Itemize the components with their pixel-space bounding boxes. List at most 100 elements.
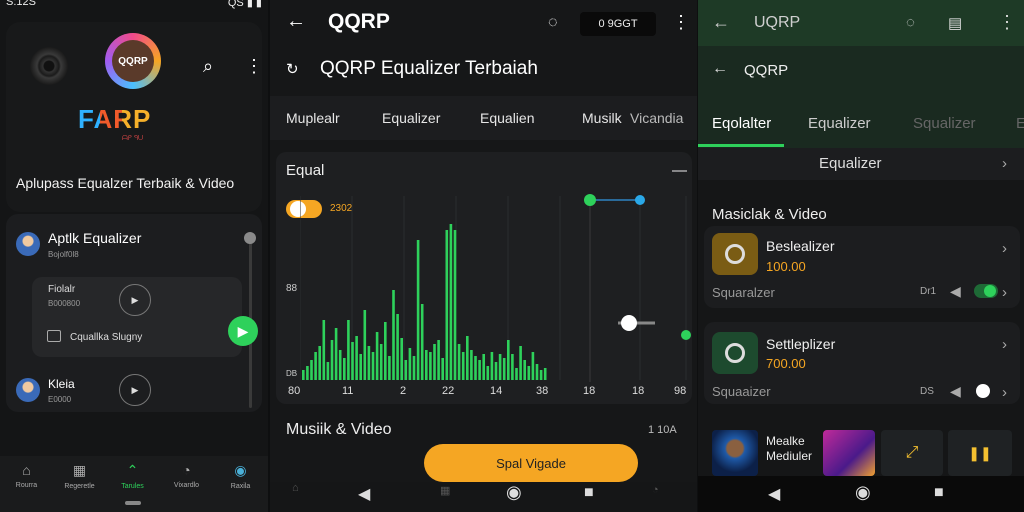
tab-equalien[interactable]: Equalien xyxy=(480,110,535,126)
equalizer-title: Equal xyxy=(286,162,325,179)
x-axis-tick: 2 xyxy=(400,385,407,397)
sub-title: QQRP xyxy=(744,62,789,79)
x-axis-tick: 18 xyxy=(632,385,645,397)
volume-icon[interactable]: ◀ xyxy=(950,383,961,400)
media-thumbnail[interactable]: ❚❚ xyxy=(948,430,1012,476)
tab-video[interactable]: Vicandia xyxy=(630,110,683,126)
media-thumbnail[interactable] xyxy=(712,430,758,476)
section-meta: 1 10A xyxy=(648,424,677,436)
home-button-icon[interactable]: ◉ xyxy=(506,482,522,503)
preset-name: Beslealizer xyxy=(766,238,835,254)
nav-profile[interactable]: ◉ Raxila xyxy=(214,462,267,490)
section-title: Musiik & Video xyxy=(286,421,392,438)
preset-toggle[interactable] xyxy=(974,284,998,298)
x-axis-tick: 98 xyxy=(674,385,687,397)
tab-more[interactable]: E xyxy=(1016,115,1024,132)
chart-icon: ▦ xyxy=(72,462,87,478)
app-panel-equalizer: ← QQRP ◌ 0 9GGT ⋮ ↻ QQRP Equalizer Terba… xyxy=(270,0,697,512)
band-handle xyxy=(681,330,691,340)
media-thumbnail[interactable] xyxy=(823,430,875,476)
collapse-icon[interactable]: — xyxy=(672,162,687,179)
nav-equalizer[interactable]: ⌃ Tarules xyxy=(106,462,159,490)
tab-equalizer[interactable]: Equalizer xyxy=(808,115,871,132)
cast-icon[interactable]: ◌ xyxy=(548,14,558,32)
chevron-right-icon: › xyxy=(1002,336,1007,353)
avatar xyxy=(16,378,40,402)
more-icon[interactable]: ⋮ xyxy=(245,56,263,77)
x-axis-tick: 18 xyxy=(583,385,596,397)
chevron-right-icon: › xyxy=(1002,384,1007,401)
preset-toggle[interactable] xyxy=(976,384,990,398)
preset-side-text: DS xyxy=(920,386,934,397)
y-axis-label: DB xyxy=(286,369,298,378)
list-item-title[interactable]: Fiolalr xyxy=(48,284,75,295)
nav-home[interactable]: ⌂ Rourra xyxy=(0,462,53,489)
preset-name: Settleplizer xyxy=(766,336,836,352)
cast-icon[interactable]: ◌ xyxy=(906,14,915,31)
app-logo: QQRP xyxy=(105,33,161,89)
media-thumbnail[interactable]: ⤢ xyxy=(881,430,943,476)
x-axis-tick: 11 xyxy=(342,385,354,397)
home-button-icon[interactable]: ◉ xyxy=(855,482,871,503)
more-icon[interactable]: ⋮ xyxy=(672,12,690,33)
nav-stats[interactable]: ▦ Regeretle xyxy=(53,462,106,490)
recents-icon[interactable]: ■ xyxy=(934,484,944,502)
page-title: QQRP xyxy=(328,10,390,33)
chevron-right-icon: › xyxy=(1002,240,1007,257)
list-item-title[interactable]: Kleia xyxy=(48,377,75,391)
preset-price: 100.00 xyxy=(766,259,806,274)
section-title: QQRP Equalizer Terbaiah xyxy=(320,58,538,79)
page-title: UQRP xyxy=(754,14,801,31)
primary-action-button[interactable]: Spal Vigade xyxy=(424,444,638,482)
playlist-icon xyxy=(47,330,61,342)
scroll-knob[interactable] xyxy=(244,232,256,244)
play-button[interactable]: ▶ xyxy=(228,316,258,346)
play-small-button[interactable]: ▶ xyxy=(119,374,151,406)
list-item-subtitle: E0000 xyxy=(48,395,72,404)
back-arrow-icon[interactable]: ← xyxy=(712,12,730,33)
home-icon: ⌂ xyxy=(22,462,31,478)
vinyl-disc-icon[interactable] xyxy=(30,47,68,85)
tab-muplealr[interactable]: Muplealr xyxy=(286,110,340,126)
status-time: S:12S xyxy=(6,0,36,8)
section-title: Masiclak & Video xyxy=(712,206,827,223)
play-small-button[interactable]: ▶ xyxy=(119,284,151,316)
tab-eqolalter[interactable]: Eqolalter xyxy=(712,115,771,132)
brand-wordmark: FARP xyxy=(78,104,152,134)
refresh-icon[interactable]: ↻ xyxy=(286,60,299,78)
search-icon[interactable]: ⌕ xyxy=(203,56,213,77)
app-panel-presets: ← UQRP ◌ ▤ ⋮ ← QQRP Eqolalter Equalizer … xyxy=(698,0,1024,512)
recents-icon[interactable]: ■ xyxy=(584,484,594,502)
equalizer-icon: ⌃ xyxy=(126,462,139,478)
back-icon[interactable]: ◀ xyxy=(768,484,780,504)
home-icon[interactable]: ⌂ xyxy=(292,482,299,494)
tab-equalizer[interactable]: Equalizer xyxy=(382,110,440,126)
preset-icon xyxy=(712,332,758,374)
active-tab-indicator xyxy=(698,144,784,147)
x-axis-tick: 38 xyxy=(536,385,549,397)
y-axis-label: 88 xyxy=(286,283,298,294)
tab-squalizer[interactable]: Squalizer xyxy=(913,115,976,132)
back-arrow-icon[interactable]: ← xyxy=(712,60,728,78)
tab-musik[interactable]: Musilk xyxy=(582,110,622,126)
app-tagline: Aplupass Equalzer Terbaik & Video xyxy=(16,175,235,191)
list-item-subtitle: B000800 xyxy=(48,299,81,308)
status-icons: QS ▮ ▮ xyxy=(227,0,262,9)
nav-video[interactable]: ◔ Vixardlo xyxy=(160,462,213,489)
x-axis-tick: 80 xyxy=(288,385,301,397)
volume-icon[interactable]: ◀ xyxy=(950,283,961,300)
list-item-title[interactable]: Aptlk Equalizer xyxy=(48,230,141,246)
status-pill: 0 9GGT xyxy=(580,12,656,36)
media-caption: Mealke Mediuler xyxy=(766,434,813,463)
list-item-title[interactable]: Cquallka Slugny xyxy=(70,332,142,343)
queue-icon[interactable]: ▤ xyxy=(948,14,962,32)
preset-side-text: Dr1 xyxy=(920,286,937,297)
chart-icon[interactable]: ▦ xyxy=(440,484,450,497)
list-item-subtitle: Bojolf0l8 xyxy=(48,250,79,259)
home-indicator[interactable] xyxy=(125,501,141,505)
back-icon[interactable]: ◀ xyxy=(358,484,370,504)
app-panel-home: S:12S QS ▮ ▮ QQRP ⌕ ⋮ FARP ᗩᑭ ᑫᑌ Aplupas… xyxy=(0,0,268,512)
back-arrow-icon[interactable]: ← xyxy=(286,10,306,33)
more-icon[interactable]: ⋮ xyxy=(998,12,1016,33)
profile-icon[interactable]: ◔ xyxy=(652,484,659,496)
